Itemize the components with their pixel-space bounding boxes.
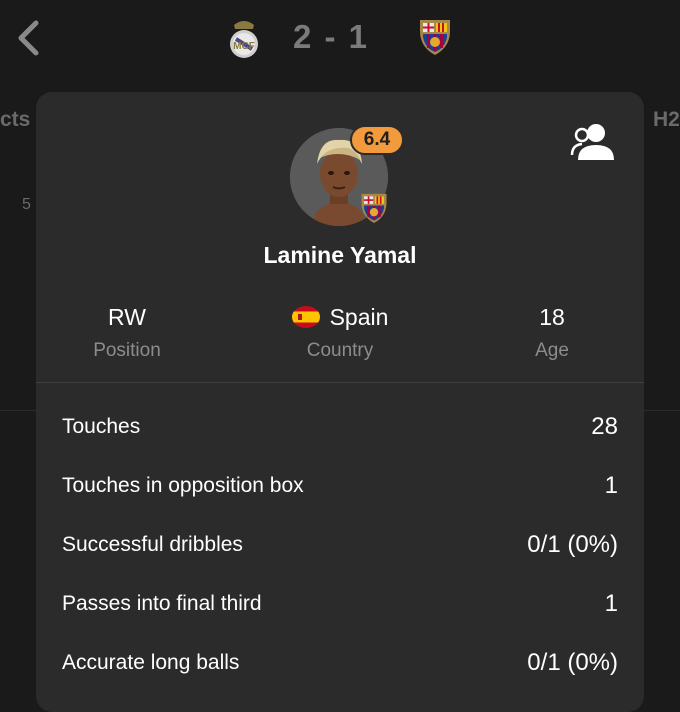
player-summary: 6.4 Lamine Yamal RW Position Spain Count… <box>36 92 644 382</box>
player-stats-modal: 6.4 Lamine Yamal RW Position Spain Count… <box>36 92 644 712</box>
stat-value: 0/1 (0%) <box>527 530 618 558</box>
section-divider <box>36 382 644 383</box>
match-header: MCF 2 - 1 <box>0 0 680 80</box>
stat-value: 1 <box>604 589 618 617</box>
real-madrid-crest-icon: MCF <box>226 17 262 61</box>
stat-label: Touches in opposition box <box>62 473 304 497</box>
player-name: Lamine Yamal <box>263 242 417 268</box>
stat-label: Successful dribbles <box>62 532 243 556</box>
background-tab-stats[interactable]: cts <box>0 108 30 132</box>
background-tab-h2h[interactable]: H2 <box>653 108 680 132</box>
person-profile-icon <box>570 124 614 160</box>
chevron-left-icon <box>18 20 39 56</box>
stats-list: Touches 28 Touches in opposition box 1 S… <box>36 397 644 692</box>
stat-row: Successful dribbles 0/1 (0%) <box>36 515 644 574</box>
stat-value: 1 <box>604 471 618 499</box>
info-age: 18 Age <box>484 302 620 362</box>
position-value: RW <box>108 303 146 330</box>
country-label: Country <box>306 340 374 361</box>
player-avatar-wrap: 6.4 <box>290 125 404 228</box>
stat-label: Passes into final third <box>62 591 262 615</box>
spain-flag-icon <box>291 306 320 328</box>
country-value: Spain <box>329 303 389 330</box>
back-button[interactable] <box>10 16 46 60</box>
barcelona-crest-icon <box>359 191 389 225</box>
stat-label: Touches <box>62 414 141 438</box>
barcelona-crest-icon <box>417 17 453 57</box>
stat-row: Accurate long balls 0/1 (0%) <box>36 633 644 692</box>
player-rating-badge: 6.4 <box>350 125 404 155</box>
background-divider <box>644 410 680 411</box>
stat-label: Accurate long balls <box>62 650 240 674</box>
stat-value: 28 <box>591 412 618 440</box>
match-score: 2 - 1 <box>293 18 370 55</box>
background-divider <box>0 410 36 411</box>
age-value: 18 <box>539 303 565 330</box>
info-position: RW Position <box>56 302 198 362</box>
position-label: Position <box>93 340 161 361</box>
player-profile-button[interactable] <box>570 122 618 162</box>
stat-row: Touches 28 <box>36 397 644 456</box>
background-number: 5 <box>22 196 31 213</box>
info-country: Spain Country <box>256 302 424 362</box>
age-label: Age <box>535 340 569 361</box>
stat-row: Touches in opposition box 1 <box>36 456 644 515</box>
stat-row: Passes into final third 1 <box>36 574 644 633</box>
svg-text:MCF: MCF <box>233 41 255 52</box>
stat-value: 0/1 (0%) <box>527 648 618 676</box>
